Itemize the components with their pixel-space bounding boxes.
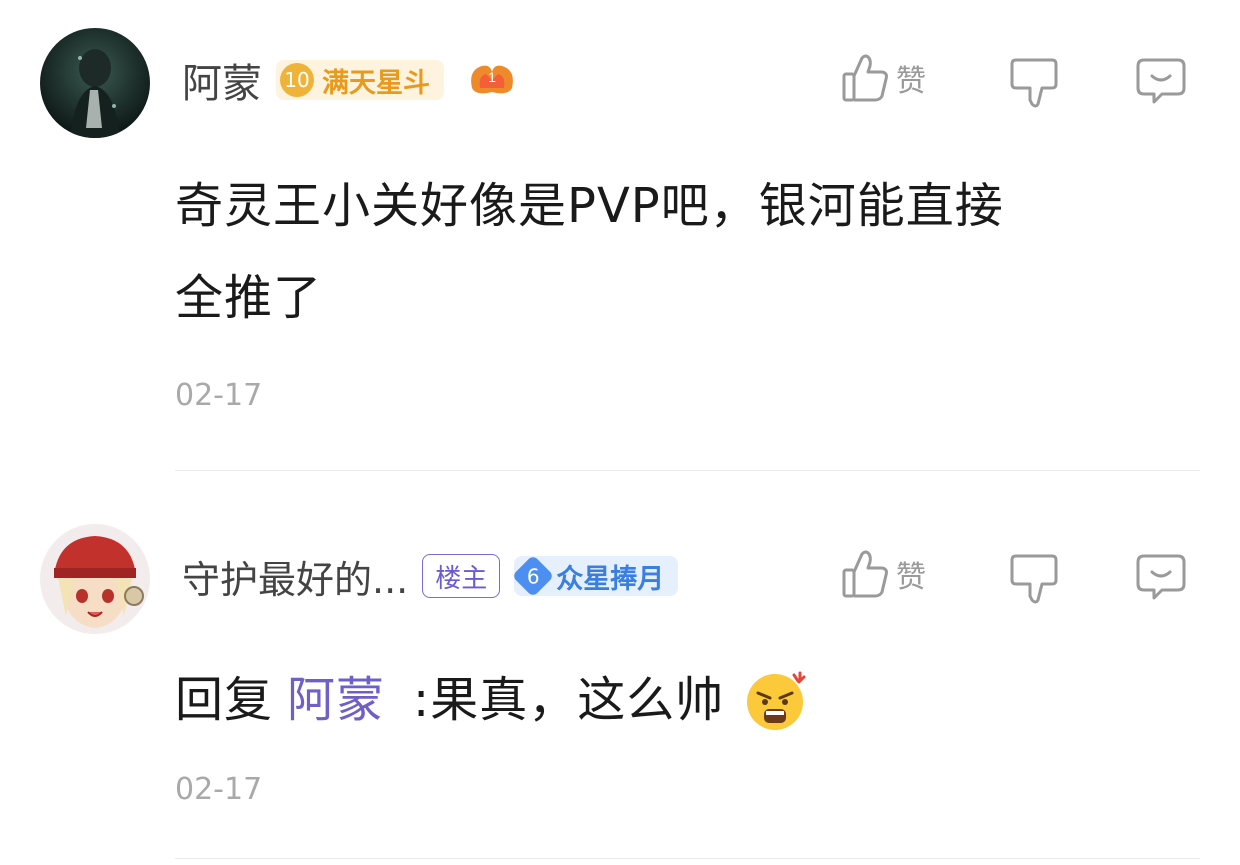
username[interactable]: 阿蒙 <box>182 51 262 109</box>
level-title: 满天星斗 <box>322 67 430 99</box>
user-info-row: 守护最好的... 楼主 6 众星捧月 <box>182 548 679 604</box>
comment-text: 回复 阿蒙 :果真，这么帅 <box>175 654 1205 746</box>
like-label: 赞 <box>896 64 926 99</box>
username[interactable]: 守护最好的... <box>182 549 408 604</box>
comment-text-line: 全推了 <box>175 270 323 326</box>
divider <box>175 858 1200 859</box>
comment-date: 02-17 <box>175 772 263 807</box>
owner-tag: 楼主 <box>422 554 501 598</box>
reply-prefix: 回复 <box>175 672 274 728</box>
comment-text: 奇灵王小关好像是PVP吧，银河能直接 全推了 <box>175 160 1205 344</box>
level-badge: 10 满天星斗 <box>276 60 444 100</box>
level-title: 众星捧月 <box>556 563 665 595</box>
avatar[interactable] <box>40 524 150 634</box>
divider <box>175 470 1200 471</box>
comment-icon <box>1136 58 1186 104</box>
thumbs-down-icon <box>1010 58 1058 108</box>
dislike-button[interactable] <box>1008 56 1060 110</box>
svg-text:1: 1 <box>488 69 496 85</box>
level-badge: 6 众星捧月 <box>512 554 679 598</box>
angry-emoji-icon <box>742 667 808 733</box>
like-button[interactable]: 赞 <box>840 52 926 104</box>
comment-date: 02-17 <box>175 378 263 413</box>
reply-text: :果真，这么帅 <box>413 672 725 728</box>
level-number: 10 <box>280 63 314 97</box>
level-number: 6 <box>512 554 555 598</box>
reply-button[interactable] <box>1134 56 1188 106</box>
reply-target-link[interactable]: 阿蒙 <box>287 654 385 746</box>
thumbs-down-icon <box>1010 554 1058 604</box>
avatar[interactable] <box>40 28 150 138</box>
comment-icon <box>1136 554 1186 600</box>
thumbs-up-icon <box>842 54 888 102</box>
thumbs-up-icon <box>842 550 888 598</box>
comment-text-line: 奇灵王小关好像是PVP吧，银河能直接 <box>175 178 1004 234</box>
reply-button[interactable] <box>1134 552 1188 602</box>
medal-icon: 1 <box>468 58 516 102</box>
dislike-button[interactable] <box>1008 552 1060 606</box>
like-button[interactable]: 赞 <box>840 548 926 600</box>
like-label: 赞 <box>896 560 926 595</box>
user-info-row: 阿蒙 10 满天星斗 1 <box>182 52 516 108</box>
